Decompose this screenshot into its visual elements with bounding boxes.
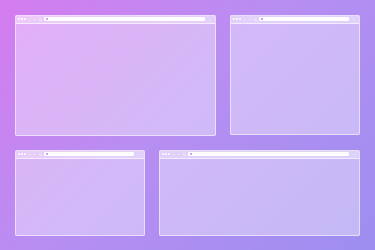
reload-icon[interactable]: ↻ — [254, 17, 257, 22]
window-controls — [162, 153, 170, 156]
minimize-dot-icon[interactable] — [165, 153, 167, 155]
browser-toolbar: ‹ › ↻ ⋮ — [160, 151, 359, 159]
close-dot-icon[interactable] — [233, 18, 235, 20]
maximize-dot-icon[interactable] — [239, 18, 241, 20]
browser-toolbar: ‹ › ↻ ⋮ — [16, 16, 215, 24]
address-bar[interactable] — [44, 152, 134, 156]
minimize-dot-icon[interactable] — [236, 18, 238, 20]
back-arrow-icon[interactable]: ‹ — [244, 17, 245, 22]
address-bar[interactable] — [44, 17, 205, 21]
close-dot-icon[interactable] — [162, 153, 164, 155]
forward-arrow-icon[interactable]: › — [249, 17, 250, 22]
browser-viewport — [231, 24, 359, 134]
forward-arrow-icon[interactable]: › — [178, 152, 179, 157]
browser-window-bottom-left[interactable]: ‹ › ↻ ⋮ — [15, 150, 145, 236]
menu-icon[interactable]: ⋮ — [352, 152, 356, 157]
lock-icon — [190, 153, 192, 155]
back-arrow-icon[interactable]: ‹ — [173, 152, 174, 157]
reload-icon[interactable]: ↻ — [39, 17, 42, 22]
minimize-dot-icon[interactable] — [21, 18, 23, 20]
close-dot-icon[interactable] — [18, 18, 20, 20]
browser-viewport — [16, 24, 215, 135]
lock-icon — [261, 18, 263, 20]
minimize-dot-icon[interactable] — [21, 153, 23, 155]
address-bar[interactable] — [188, 152, 349, 156]
menu-icon[interactable]: ⋮ — [137, 152, 141, 157]
back-arrow-icon[interactable]: ‹ — [29, 17, 30, 22]
browser-window-bottom-right[interactable]: ‹ › ↻ ⋮ — [159, 150, 360, 236]
window-controls — [18, 18, 26, 21]
browser-window-top-right[interactable]: ‹ › ↻ ⋮ — [230, 15, 360, 135]
browser-window-top-left[interactable]: ‹ › ↻ ⋮ — [15, 15, 216, 136]
menu-icon[interactable]: ⋮ — [208, 17, 212, 22]
forward-arrow-icon[interactable]: › — [34, 152, 35, 157]
close-dot-icon[interactable] — [18, 153, 20, 155]
window-controls — [233, 18, 241, 21]
maximize-dot-icon[interactable] — [24, 153, 26, 155]
reload-icon[interactable]: ↻ — [183, 152, 186, 157]
maximize-dot-icon[interactable] — [24, 18, 26, 20]
lock-icon — [46, 18, 48, 20]
lock-icon — [46, 153, 48, 155]
maximize-dot-icon[interactable] — [168, 153, 170, 155]
window-controls — [18, 153, 26, 156]
address-bar[interactable] — [259, 17, 349, 21]
browser-toolbar: ‹ › ↻ ⋮ — [231, 16, 359, 24]
reload-icon[interactable]: ↻ — [39, 152, 42, 157]
menu-icon[interactable]: ⋮ — [352, 17, 356, 22]
browser-viewport — [160, 159, 359, 235]
forward-arrow-icon[interactable]: › — [34, 17, 35, 22]
browser-toolbar: ‹ › ↻ ⋮ — [16, 151, 144, 159]
browser-viewport — [16, 159, 144, 235]
back-arrow-icon[interactable]: ‹ — [29, 152, 30, 157]
